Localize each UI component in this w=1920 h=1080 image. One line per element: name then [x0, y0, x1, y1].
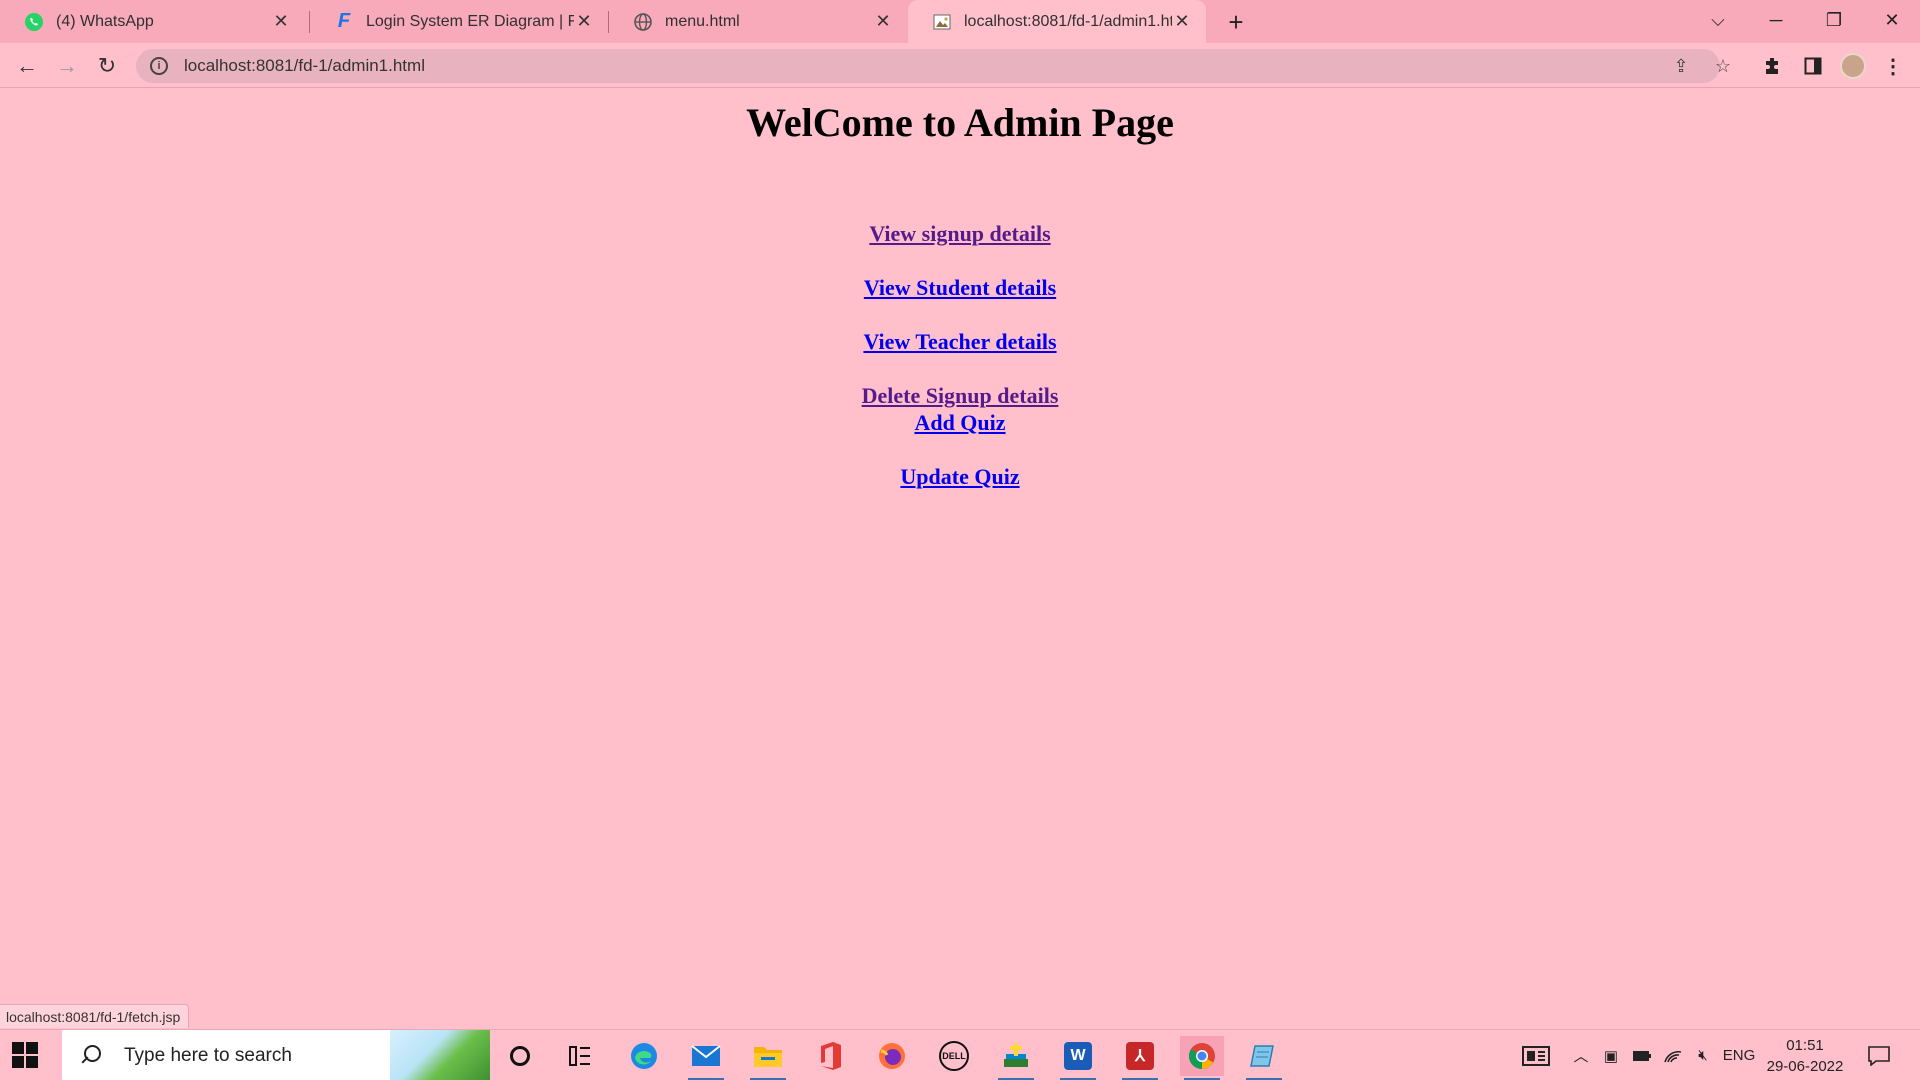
file-explorer-icon[interactable] [746, 1036, 790, 1080]
chrome-menu-icon[interactable]: ⋮ [1876, 49, 1910, 83]
word-icon[interactable]: W [1056, 1036, 1100, 1080]
close-tab-icon[interactable]: ✕ [574, 11, 594, 32]
news-widget-icon[interactable] [1518, 1030, 1554, 1080]
taskbar-search-box[interactable]: Type here to search [62, 1030, 490, 1080]
tab-whatsapp[interactable]: (4) WhatsApp ✕ [0, 0, 305, 43]
minimize-button[interactable]: ─ [1748, 0, 1804, 40]
chevron-up-icon[interactable]: ︿ [1568, 1030, 1594, 1080]
page-content: WelCome to Admin Page View signup detail… [0, 89, 1920, 1029]
search-icon [78, 1044, 102, 1068]
tab-search-icon[interactable]: ⌵ [1690, 0, 1746, 40]
page-title: WelCome to Admin Page [746, 100, 1174, 145]
wifi-icon[interactable] [1660, 1030, 1686, 1080]
tab-title: (4) WhatsApp [56, 12, 154, 30]
address-url: localhost:8081/fd-1/admin1.html [184, 56, 425, 75]
firefox-icon[interactable] [870, 1036, 914, 1076]
tab-menu-html[interactable]: menu.html ✕ [609, 0, 907, 43]
share-icon[interactable]: ⇪ [1664, 49, 1698, 83]
back-button[interactable]: ← [10, 49, 44, 83]
profile-avatar[interactable] [1836, 49, 1870, 83]
office-icon[interactable] [808, 1036, 852, 1076]
side-panel-icon[interactable] [1796, 49, 1830, 83]
tab-title: localhost:8081/fd-1/admin1.html [964, 12, 1172, 30]
extensions-icon[interactable] [1756, 49, 1790, 83]
clock-date: 29-06-2022 [1766, 1058, 1844, 1075]
tab-strip: (4) WhatsApp ✕ F Login System ER Diagram… [0, 0, 1920, 43]
dell-icon[interactable]: DELL [932, 1036, 976, 1076]
site-info-icon[interactable]: i [150, 57, 168, 75]
close-tab-icon[interactable]: ✕ [1172, 11, 1192, 32]
battery-icon[interactable] [1628, 1030, 1656, 1080]
meet-now-icon[interactable]: ▣ [1598, 1030, 1624, 1080]
edge-icon[interactable] [622, 1036, 666, 1076]
clock-time: 01:51 [1786, 1037, 1824, 1054]
new-tab-button[interactable]: + [1220, 6, 1252, 38]
task-view-icon[interactable] [558, 1036, 602, 1076]
notepad-icon[interactable] [1242, 1036, 1286, 1080]
avatar [1840, 53, 1866, 79]
tab-title: menu.html [665, 12, 740, 30]
link-status-bar: localhost:8081/fd-1/fetch.jsp [0, 1004, 190, 1028]
tab-title: Login System ER Diagram | FreeP [366, 12, 574, 30]
bookmark-star-icon[interactable]: ☆ [1706, 49, 1740, 83]
address-bar[interactable]: i localhost:8081/fd-1/admin1.html [136, 49, 1720, 83]
notification-center-icon[interactable] [1864, 1030, 1894, 1080]
browser-toolbar: ← → ↻ i localhost:8081/fd-1/admin1.html … [0, 43, 1920, 88]
restore-button[interactable]: ❐ [1806, 0, 1862, 40]
delete-signup-details-link[interactable]: Delete Signup details [0, 382, 1920, 409]
acrobat-icon[interactable]: ⅄ [1118, 1036, 1162, 1080]
update-quiz-link[interactable]: Update Quiz [0, 463, 1920, 490]
cortana-icon[interactable] [498, 1036, 542, 1076]
windows-taskbar: Type here to search DELL W ⅄ ︿ ▣ 🔇︎ ENG … [0, 1029, 1920, 1080]
close-window-button[interactable]: ✕ [1864, 0, 1920, 40]
close-tab-icon[interactable]: ✕ [271, 11, 291, 32]
windows-start-button[interactable] [12, 1042, 38, 1068]
tab-admin1-active[interactable]: localhost:8081/fd-1/admin1.html ✕ [908, 0, 1206, 43]
tab-er-diagram[interactable]: F Login System ER Diagram | FreeP ✕ [310, 0, 608, 43]
system-clock[interactable]: 01:51 29-06-2022 [1760, 1035, 1850, 1077]
search-placeholder: Type here to search [124, 1044, 292, 1066]
whatsapp-icon [24, 12, 44, 32]
input-language[interactable]: ENG [1722, 1030, 1756, 1080]
forward-button[interactable]: → [50, 49, 84, 83]
volume-muted-icon[interactable]: 🔇︎ [1690, 1030, 1716, 1080]
bible-app-icon[interactable] [994, 1036, 1038, 1080]
admin-links: View signup details View Student details… [0, 220, 1920, 490]
view-student-details-link[interactable]: View Student details [0, 274, 1920, 301]
page-icon [932, 12, 952, 32]
globe-icon [633, 12, 653, 32]
view-teacher-details-link[interactable]: View Teacher details [0, 328, 1920, 355]
search-highlight-illustration [390, 1030, 490, 1080]
reload-button[interactable]: ↻ [90, 49, 124, 83]
view-signup-details-link[interactable]: View signup details [0, 220, 1920, 247]
close-tab-icon[interactable]: ✕ [873, 11, 893, 32]
mail-icon[interactable] [684, 1036, 728, 1080]
chrome-icon[interactable] [1180, 1036, 1224, 1080]
freeprojectz-icon: F [337, 10, 351, 32]
add-quiz-link[interactable]: Add Quiz [0, 409, 1920, 436]
